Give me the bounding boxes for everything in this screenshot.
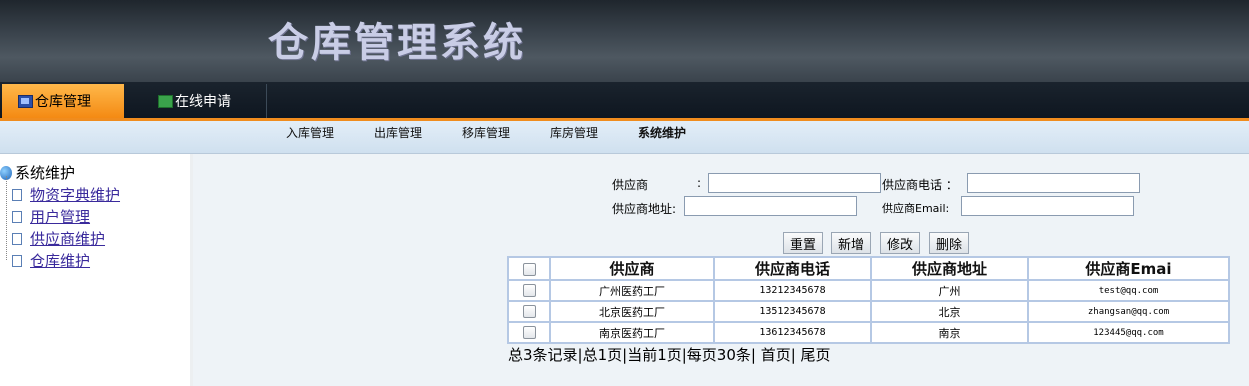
- sidebar-item-users[interactable]: 用户管理: [12, 206, 90, 227]
- cell-email: test@qq.com: [1027, 279, 1230, 302]
- cell-address: 北京: [870, 300, 1029, 323]
- cell-phone: 13512345678: [713, 300, 872, 323]
- row-select-cell: [507, 321, 551, 344]
- supplier-input[interactable]: [708, 173, 881, 193]
- supplier-phone-input[interactable]: [967, 173, 1140, 193]
- sidebar-item-warehouses[interactable]: 仓库维护: [12, 250, 90, 271]
- select-all-cell: [507, 256, 551, 281]
- table-header-row: 供应商 供应商电话 供应商地址 供应商Emai: [507, 256, 1230, 281]
- row-checkbox[interactable]: [522, 305, 536, 319]
- page-icon: [12, 232, 22, 245]
- sidebar-item-suppliers[interactable]: 供应商维护: [12, 228, 105, 249]
- table-row[interactable]: 南京医药工厂 13612345678 南京 123445@qq.com: [507, 321, 1230, 344]
- cell-phone: 13212345678: [713, 279, 872, 302]
- tree-connector: [6, 176, 8, 260]
- row-select-cell: [507, 279, 551, 302]
- pagination[interactable]: 总3条记录|总1页|当前1页|每页30条| 首页| 尾页: [508, 344, 831, 365]
- supplier-email-label: 供应商Email:: [882, 202, 950, 215]
- supplier-email-input[interactable]: [961, 196, 1134, 216]
- supplier-phone-label: 供应商电话 ：: [882, 178, 958, 192]
- tab-label: 仓库管理: [35, 94, 91, 110]
- sidebar-item-material-dictionary[interactable]: 物资字典维护: [12, 184, 120, 205]
- column-header-email[interactable]: 供应商Emai: [1027, 256, 1230, 281]
- tab-warehouse-management[interactable]: 仓库管理: [2, 84, 124, 118]
- row-select-cell: [507, 300, 551, 323]
- cell-email: 123445@qq.com: [1027, 321, 1230, 344]
- tree-root-label: 系统维护: [15, 164, 76, 182]
- cell-address: 广州: [870, 279, 1029, 302]
- book-icon: [158, 94, 173, 108]
- cell-phone: 13612345678: [713, 321, 872, 344]
- column-header-phone[interactable]: 供应商电话: [713, 256, 872, 281]
- tab-label: 在线申请: [175, 94, 231, 110]
- cell-supplier: 广州医药工厂: [549, 279, 715, 302]
- reset-button[interactable]: 重置: [783, 232, 824, 254]
- column-header-supplier[interactable]: 供应商: [549, 256, 715, 281]
- subnav-outbound[interactable]: 出库管理: [374, 124, 422, 141]
- supplier-table: 供应商 供应商电话 供应商地址 供应商Emai 广州医药工厂 132123456…: [507, 256, 1230, 344]
- cell-supplier: 南京医药工厂: [549, 321, 715, 344]
- subnav-system-maintenance[interactable]: 系统维护: [638, 124, 686, 141]
- sidebar-item-label: 物资字典维护: [30, 186, 121, 204]
- app-header: 仓库管理系统: [0, 0, 1249, 82]
- supplier-label: 供应商: [612, 178, 649, 192]
- supplier-address-input[interactable]: [684, 196, 857, 216]
- tab-online-application[interactable]: 在线申请: [158, 84, 267, 118]
- cell-email: zhangsan@qq.com: [1027, 300, 1230, 323]
- row-checkbox[interactable]: [522, 326, 536, 340]
- row-checkbox[interactable]: [522, 284, 536, 298]
- app-title: 仓库管理系统: [268, 19, 526, 66]
- table-row[interactable]: 北京医药工厂 13512345678 北京 zhangsan@qq.com: [507, 300, 1230, 323]
- supplier-address-label: 供应商地址:: [612, 202, 677, 216]
- cell-supplier: 北京医药工厂: [549, 300, 715, 323]
- sidebar-item-label: 用户管理: [30, 208, 91, 226]
- subnav-inbound[interactable]: 入库管理: [286, 124, 334, 141]
- monitor-icon: [18, 94, 33, 108]
- tree-root[interactable]: 系统维护: [0, 162, 75, 183]
- page-icon: [12, 210, 22, 223]
- edit-button[interactable]: 修改: [880, 232, 921, 254]
- add-button[interactable]: 新增: [831, 232, 872, 254]
- table-row[interactable]: 广州医药工厂 13212345678 广州 test@qq.com: [507, 279, 1230, 302]
- page-icon: [12, 188, 22, 201]
- sub-nav: 入库管理 出库管理 移库管理 库房管理 系统维护: [0, 121, 1249, 154]
- sidebar-item-label: 供应商维护: [30, 230, 106, 248]
- delete-button[interactable]: 删除: [929, 232, 970, 254]
- sidebar: 系统维护 物资字典维护 用户管理 供应商维护 仓库维护: [0, 154, 193, 386]
- page-icon: [12, 254, 22, 267]
- cell-address: 南京: [870, 321, 1029, 344]
- subnav-transfer[interactable]: 移库管理: [462, 124, 510, 141]
- sidebar-item-label: 仓库维护: [30, 252, 91, 270]
- main-nav: 仓库管理 在线申请: [0, 82, 1249, 121]
- select-all-checkbox[interactable]: [522, 262, 536, 276]
- supplier-colon: :: [697, 176, 702, 190]
- subnav-storeroom[interactable]: 库房管理: [550, 124, 598, 141]
- column-header-address[interactable]: 供应商地址: [870, 256, 1029, 281]
